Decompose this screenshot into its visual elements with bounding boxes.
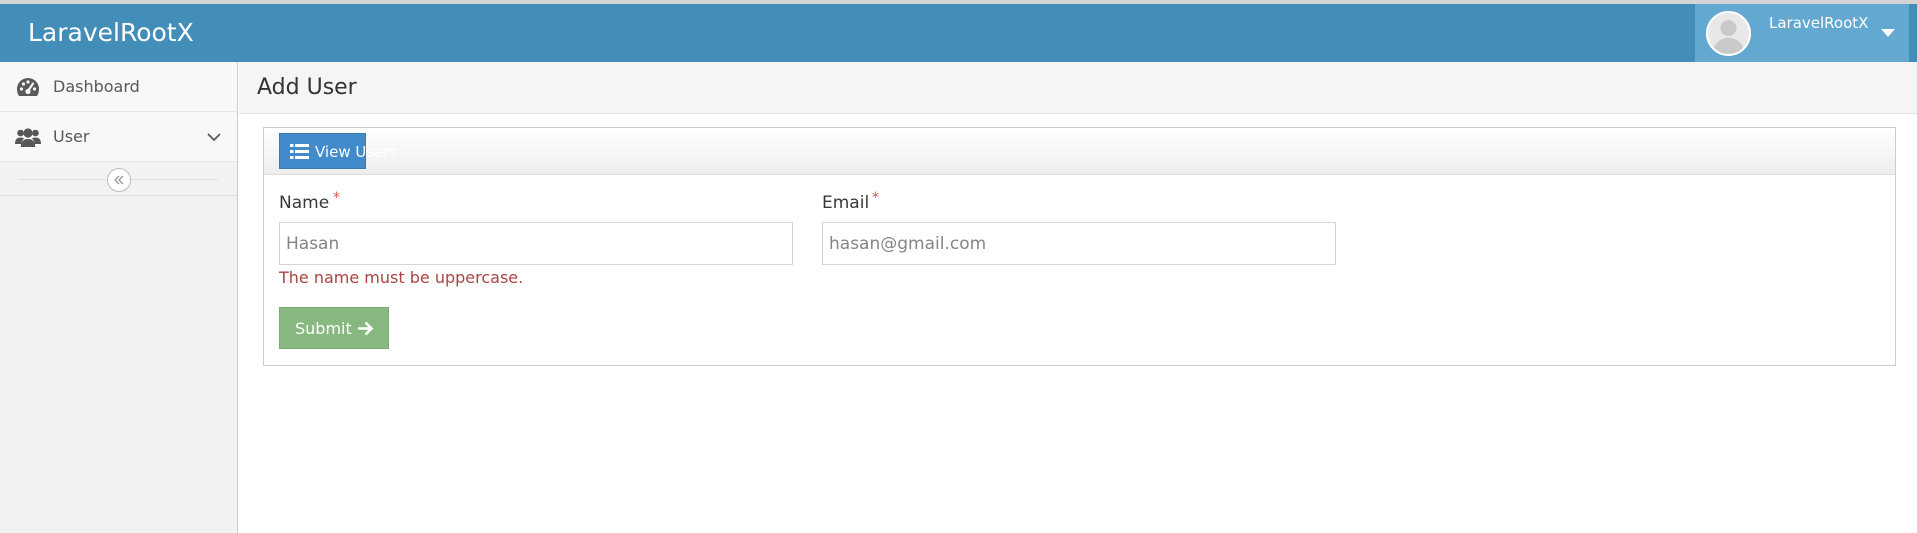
page-title: Add User xyxy=(257,75,357,100)
arrow-right-icon xyxy=(358,321,374,336)
sidebar: Dashboard User xyxy=(0,62,238,533)
list-icon xyxy=(290,144,309,159)
view-users-label: View Users xyxy=(315,143,398,161)
sidebar-collapse-row xyxy=(0,162,237,196)
navbar: LaravelRootX LaravelRootX xyxy=(0,4,1917,62)
chevron-down-icon xyxy=(206,129,222,145)
submit-label: Submit xyxy=(295,319,352,338)
user-avatar-icon xyxy=(1706,11,1751,56)
email-label: Email xyxy=(822,193,870,213)
form-widget: View Users Name * The name must be upper… xyxy=(263,127,1896,366)
sidebar-item-user[interactable]: User xyxy=(0,112,237,162)
double-chevron-left-icon xyxy=(114,175,124,185)
navbar-edge xyxy=(1909,4,1917,62)
caret-down-icon xyxy=(1881,29,1895,37)
user-name: LaravelRootX xyxy=(1769,14,1869,32)
widget-header: View Users xyxy=(264,128,1895,175)
submit-button[interactable]: Submit xyxy=(279,307,389,349)
name-label: Name xyxy=(279,193,330,213)
page-header: Add User xyxy=(239,62,1917,114)
sidebar-collapse-button[interactable] xyxy=(107,168,131,192)
users-icon xyxy=(15,126,41,148)
brand-logo-text[interactable]: LaravelRootX xyxy=(28,18,194,48)
sidebar-item-label: Dashboard xyxy=(53,77,140,96)
view-users-button[interactable]: View Users xyxy=(279,133,397,169)
email-required-mark: * xyxy=(872,190,879,206)
name-error-message: The name must be uppercase. xyxy=(279,268,524,287)
user-menu-toggle[interactable]: LaravelRootX xyxy=(1695,4,1909,62)
name-input[interactable] xyxy=(279,222,793,265)
email-input[interactable] xyxy=(822,222,1336,265)
tachometer-icon xyxy=(15,76,41,98)
sidebar-item-label: User xyxy=(53,127,90,146)
sidebar-item-dashboard[interactable]: Dashboard xyxy=(0,62,237,112)
name-required-mark: * xyxy=(333,190,340,206)
